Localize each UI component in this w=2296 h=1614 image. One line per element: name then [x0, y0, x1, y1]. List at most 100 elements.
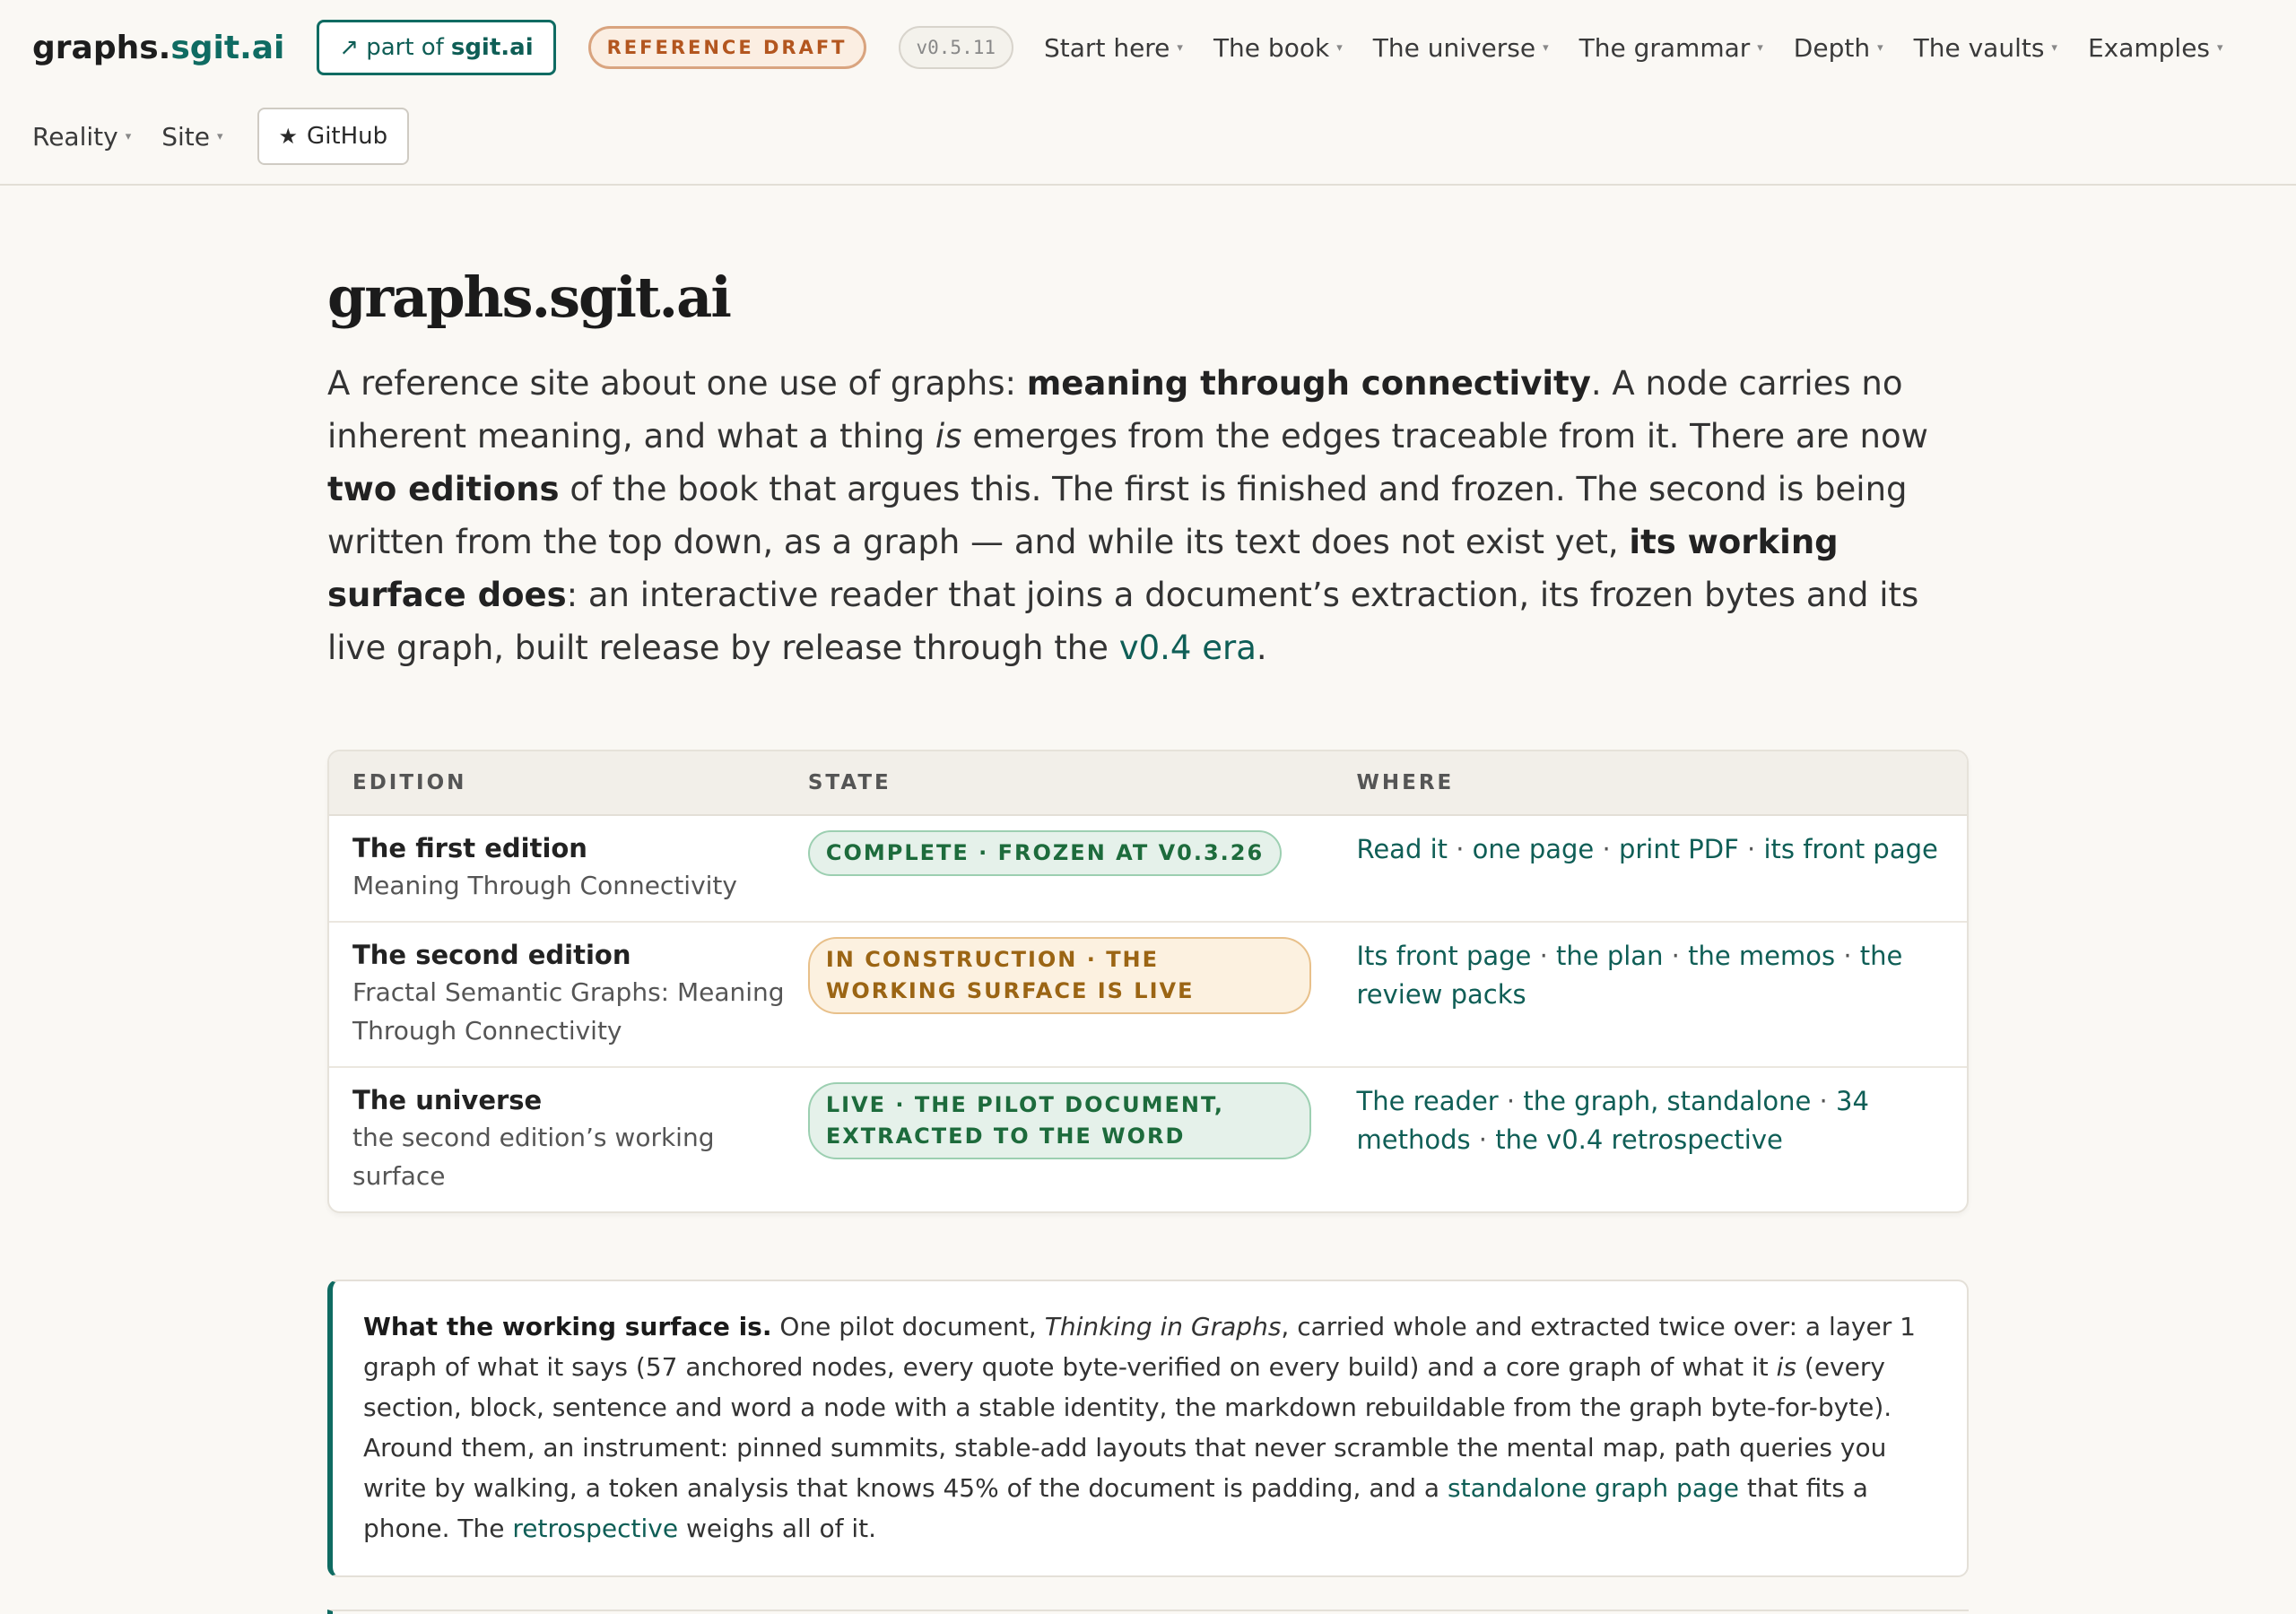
- separator: ·: [1835, 941, 1860, 971]
- separator: ·: [1470, 1124, 1496, 1155]
- status-badge-wrap: LIVE · THE PILOT DOCUMENT, EXTRACTED TO …: [807, 1082, 1311, 1159]
- nav-reality[interactable]: Reality ▾: [32, 122, 131, 152]
- nav-the-grammar[interactable]: The grammar ▾: [1579, 33, 1763, 63]
- nav-the-book[interactable]: The book ▾: [1213, 33, 1343, 63]
- separator: ·: [1594, 834, 1619, 864]
- external-arrow-icon: ↗: [339, 34, 360, 61]
- edition-cell: The second edition Fractal Semantic Grap…: [329, 937, 808, 1050]
- separator: ·: [1498, 1086, 1524, 1116]
- column-header-edition: EDITION: [352, 771, 467, 794]
- separator: ·: [1663, 941, 1689, 971]
- text: .: [1256, 629, 1267, 667]
- nav-label: Reality: [32, 121, 118, 152]
- edition-subtitle: Meaning Through Connectivity: [352, 871, 737, 900]
- table-header: EDITION STATE WHERE: [329, 751, 1967, 816]
- nav-site[interactable]: Site ▾: [161, 122, 222, 152]
- status-badge-wrap: IN CONSTRUCTION · THE WORKING SURFACE IS…: [807, 937, 1311, 1014]
- nav-label: Depth: [1793, 32, 1871, 63]
- github-button[interactable]: ★ GitHub: [257, 108, 410, 165]
- link-the-plan[interactable]: the plan: [1556, 941, 1663, 971]
- text: weighs all of it.: [678, 1514, 877, 1543]
- header-row-primary: graphs.sgit.ai ↗ part of sgit.ai REFEREN…: [32, 20, 2264, 75]
- caret-down-icon: ▾: [125, 129, 132, 143]
- caret-down-icon: ▾: [1336, 40, 1343, 55]
- text: emerges from the edges traceable from it…: [961, 417, 1928, 456]
- edition-subtitle: the second edition’s working surface: [352, 1123, 715, 1191]
- status-badge: LIVE · THE PILOT DOCUMENT, EXTRACTED TO …: [807, 1082, 1311, 1159]
- emphasis: meaning through connectivity: [1026, 364, 1591, 403]
- edition-name: The first edition: [352, 833, 587, 863]
- separator: ·: [1738, 834, 1764, 864]
- link-print-pdf[interactable]: print PDF: [1619, 834, 1739, 864]
- link-read-it[interactable]: Read it: [1356, 834, 1448, 864]
- emphasis: Thinking in Graphs: [1044, 1312, 1282, 1341]
- brand-main: graphs.: [32, 29, 171, 66]
- caret-down-icon: ▾: [217, 129, 223, 143]
- link-graph-standalone[interactable]: the graph, standalone: [1523, 1086, 1811, 1116]
- nav-examples[interactable]: Examples ▾: [2088, 33, 2223, 63]
- where-cell: The reader · the graph, standalone · 34 …: [1356, 1082, 1967, 1159]
- next-callout-edge: [327, 1610, 1969, 1614]
- state-cell: COMPLETE · FROZEN AT V0.3.26: [807, 830, 1357, 876]
- caret-down-icon: ▾: [1877, 40, 1883, 55]
- part-of-label: part of: [366, 34, 444, 61]
- standalone-graph-page-link[interactable]: standalone graph page: [1448, 1473, 1739, 1503]
- caret-down-icon: ▾: [1543, 40, 1549, 55]
- working-surface-callout: What the working surface is. One pilot d…: [327, 1280, 1969, 1577]
- github-label: GitHub: [307, 123, 388, 150]
- edition-cell: The universe the second edition’s workin…: [329, 1082, 808, 1195]
- caret-down-icon: ▾: [1177, 40, 1183, 55]
- state-cell: IN CONSTRUCTION · THE WORKING SURFACE IS…: [807, 937, 1357, 1014]
- table-row: The second edition Fractal Semantic Grap…: [329, 923, 1967, 1068]
- separator: ·: [1448, 834, 1473, 864]
- nav-start-here[interactable]: Start here ▾: [1044, 33, 1183, 63]
- edition-cell: The first edition Meaning Through Connec…: [329, 830, 808, 905]
- brand-accent: sgit.ai: [170, 29, 285, 66]
- column-header-where: WHERE: [1356, 771, 1455, 794]
- edition-name: The universe: [352, 1085, 543, 1115]
- main-content: graphs.sgit.ai A reference site about on…: [327, 186, 1969, 1577]
- link-v04-retrospective[interactable]: the v0.4 retrospective: [1495, 1124, 1783, 1155]
- edition-subtitle: Fractal Semantic Graphs: Meaning Through…: [352, 977, 785, 1046]
- nav-label: Examples: [2087, 32, 2211, 63]
- where-cell: Its front page · the plan · the memos · …: [1356, 937, 1967, 1014]
- retrospective-link[interactable]: retrospective: [512, 1514, 678, 1543]
- site-logo[interactable]: graphs.sgit.ai: [32, 30, 284, 66]
- caret-down-icon: ▾: [2217, 40, 2223, 55]
- separator: ·: [1811, 1086, 1836, 1116]
- caret-down-icon: ▾: [1757, 40, 1763, 55]
- edition-name: The second edition: [352, 940, 631, 970]
- column-header-state: STATE: [807, 771, 891, 794]
- link-front-page[interactable]: Its front page: [1356, 941, 1531, 971]
- link-one-page[interactable]: one page: [1473, 834, 1595, 864]
- link-front-page[interactable]: its front page: [1763, 834, 1937, 864]
- link-the-memos[interactable]: the memos: [1688, 941, 1835, 971]
- table-row: The universe the second edition’s workin…: [329, 1068, 1967, 1211]
- nav-label: The grammar: [1578, 32, 1751, 63]
- nav-depth[interactable]: Depth ▾: [1794, 33, 1883, 63]
- text: One pilot document,: [771, 1312, 1045, 1341]
- where-cell: Read it · one page · print PDF · its fro…: [1356, 830, 1967, 869]
- part-of-sgit-button[interactable]: ↗ part of sgit.ai: [317, 20, 556, 75]
- nav-label: Start here: [1044, 32, 1170, 63]
- page-title: graphs.sgit.ai: [327, 265, 732, 330]
- emphasis: is: [1776, 1352, 1796, 1382]
- emphasis: is: [935, 417, 962, 456]
- nav-label: Site: [161, 121, 210, 152]
- nav-the-universe[interactable]: The universe ▾: [1373, 33, 1549, 63]
- v04-era-link[interactable]: v0.4 era: [1119, 629, 1257, 667]
- table-row: The first edition Meaning Through Connec…: [329, 816, 1967, 923]
- nav-the-vaults[interactable]: The vaults ▾: [1914, 33, 2057, 63]
- status-badge: IN CONSTRUCTION · THE WORKING SURFACE IS…: [807, 937, 1311, 1014]
- status-badge: COMPLETE · FROZEN AT V0.3.26: [807, 830, 1283, 876]
- text: A reference site about one use of graphs…: [327, 364, 1027, 403]
- part-of-target: sgit.ai: [450, 34, 534, 61]
- emphasis: two editions: [327, 470, 560, 508]
- nav-label: The vaults: [1913, 32, 2045, 63]
- nav-label: The universe: [1372, 32, 1536, 63]
- site-header: graphs.sgit.ai ↗ part of sgit.ai REFEREN…: [0, 0, 2296, 186]
- callout-lead: What the working surface is.: [363, 1312, 772, 1341]
- link-the-reader[interactable]: The reader: [1356, 1086, 1498, 1116]
- state-cell: LIVE · THE PILOT DOCUMENT, EXTRACTED TO …: [807, 1082, 1357, 1159]
- separator: ·: [1531, 941, 1557, 971]
